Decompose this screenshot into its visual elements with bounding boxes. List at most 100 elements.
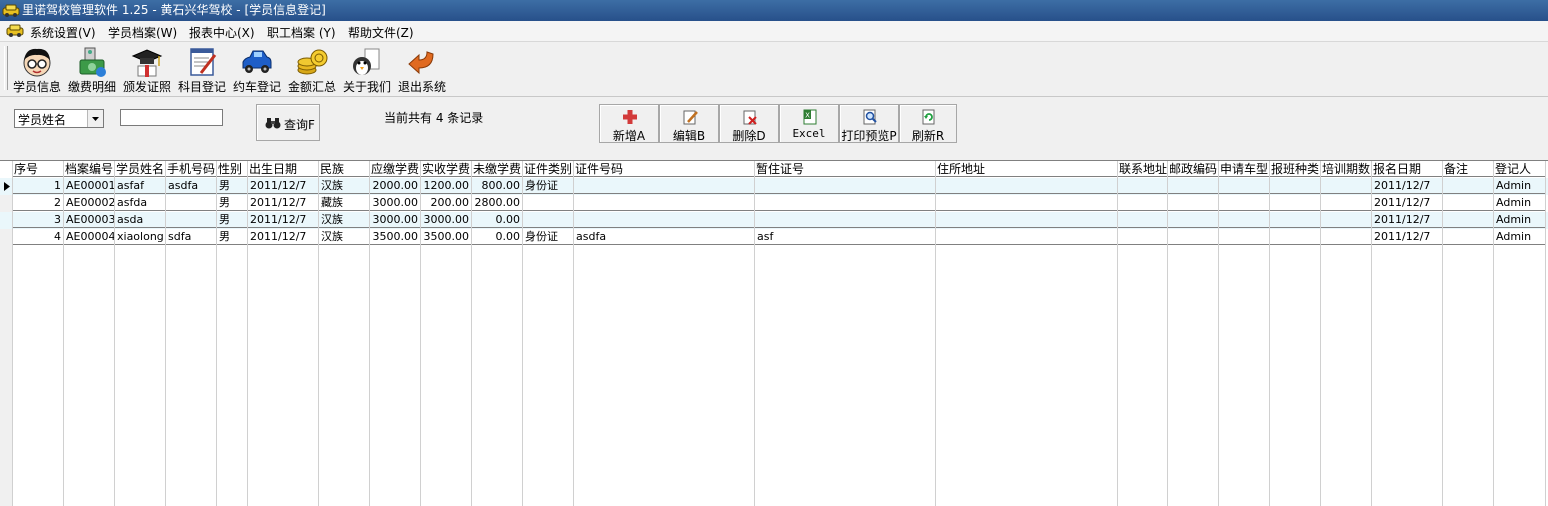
table-cell[interactable]: asdfa [574, 229, 755, 245]
table-cell[interactable] [1219, 195, 1270, 211]
table-cell[interactable] [1219, 229, 1270, 245]
refresh-button[interactable]: 刷新R [899, 104, 957, 143]
query-button[interactable]: 查询F [256, 104, 320, 141]
menu-system-settings[interactable]: 系统设置(V) [30, 24, 96, 41]
table-cell[interactable] [523, 195, 574, 211]
table-cell[interactable]: 身份证 [523, 178, 574, 194]
table-cell[interactable]: 2011/12/7 [1372, 229, 1443, 245]
table-cell[interactable]: 1 [13, 178, 64, 194]
table-cell[interactable]: 男 [217, 229, 248, 245]
search-keyword-input[interactable] [120, 109, 223, 126]
table-cell[interactable]: sdfa [166, 229, 217, 245]
table-row[interactable]: 4 AE00004 xiaolong sdfa 男 2011/12/7 汉族 3500.00 3… [0, 229, 1548, 246]
table-cell[interactable]: 3000.00 [370, 195, 421, 211]
table-cell[interactable]: 4 [13, 229, 64, 245]
column-header[interactable]: 住所地址 [936, 161, 1118, 177]
table-cell[interactable]: 3 [13, 212, 64, 228]
table-cell[interactable] [1321, 212, 1372, 228]
table-cell[interactable] [1219, 212, 1270, 228]
table-cell[interactable] [755, 212, 936, 228]
table-cell[interactable]: AE00003 [64, 212, 115, 228]
column-header[interactable]: 证件类别 [523, 161, 574, 177]
column-header[interactable]: 性别 [217, 161, 248, 177]
column-header[interactable]: 学员姓名 [115, 161, 166, 177]
column-header[interactable]: 报名日期 [1372, 161, 1443, 177]
table-cell[interactable] [1118, 178, 1168, 194]
table-cell[interactable]: 200.00 [421, 195, 472, 211]
toolbar-payment-details-button[interactable]: 缴费明细 [65, 44, 119, 96]
menu-student-records[interactable]: 学员档案(W) [108, 24, 177, 41]
table-cell[interactable]: 男 [217, 212, 248, 228]
table-cell[interactable] [1321, 229, 1372, 245]
toolbar-subject-register-button[interactable]: 科目登记 [175, 44, 229, 96]
table-cell[interactable] [574, 212, 755, 228]
column-header[interactable]: 应缴学费 [370, 161, 421, 177]
column-header[interactable]: 申请车型 [1219, 161, 1270, 177]
table-cell[interactable]: 汉族 [319, 229, 370, 245]
menu-report-center[interactable]: 报表中心(X) [189, 24, 255, 41]
table-cell[interactable]: asdfa [166, 178, 217, 194]
toolbar-about-us-button[interactable]: 关于我们 [340, 44, 394, 96]
table-cell[interactable] [1168, 212, 1219, 228]
table-cell[interactable]: 2800.00 [472, 195, 523, 211]
table-cell[interactable]: AE00001 [64, 178, 115, 194]
column-header[interactable]: 备注 [1443, 161, 1494, 177]
table-cell[interactable] [1168, 195, 1219, 211]
table-cell[interactable] [1321, 195, 1372, 211]
column-header[interactable]: 序号 [13, 161, 64, 177]
table-cell[interactable]: 3000.00 [370, 212, 421, 228]
menu-staff-records[interactable]: 职工档案 (Y) [267, 24, 336, 41]
table-cell[interactable] [1270, 229, 1321, 245]
table-cell[interactable]: 3500.00 [421, 229, 472, 245]
table-cell[interactable] [1270, 212, 1321, 228]
table-cell[interactable]: 2011/12/7 [248, 229, 319, 245]
table-cell[interactable] [1321, 178, 1372, 194]
table-cell[interactable]: 2000.00 [370, 178, 421, 194]
table-cell[interactable]: 汉族 [319, 212, 370, 228]
table-row[interactable]: 2 AE00002 asfda 男 2011/12/7 藏族 3000.00 200.00 28… [0, 195, 1548, 212]
toolbar-amount-summary-button[interactable]: 金额汇总 [285, 44, 339, 96]
table-cell[interactable]: AE00002 [64, 195, 115, 211]
table-cell[interactable]: 藏族 [319, 195, 370, 211]
table-cell[interactable]: 2011/12/7 [1372, 178, 1443, 194]
table-cell[interactable] [574, 195, 755, 211]
table-cell[interactable] [936, 195, 1118, 211]
table-cell[interactable]: 男 [217, 195, 248, 211]
table-cell[interactable] [1443, 212, 1494, 228]
table-cell[interactable] [755, 178, 936, 194]
table-cell[interactable] [166, 195, 217, 211]
table-cell[interactable] [936, 212, 1118, 228]
edit-button[interactable]: 编辑B [659, 104, 719, 143]
table-cell[interactable]: 2 [13, 195, 64, 211]
excel-export-button[interactable]: X Excel [779, 104, 839, 143]
table-cell[interactable] [1118, 212, 1168, 228]
table-cell[interactable]: Admin [1494, 212, 1546, 228]
table-cell[interactable]: 0.00 [472, 229, 523, 245]
menu-help-files[interactable]: 帮助文件(Z) [348, 24, 414, 41]
table-cell[interactable] [1270, 178, 1321, 194]
table-row[interactable]: 3 AE00003 asda 男 2011/12/7 汉族 3000.00 3000.00 0.… [0, 212, 1548, 229]
column-header[interactable]: 联系地址 [1118, 161, 1168, 177]
delete-button[interactable]: 删除D [719, 104, 779, 143]
car-menu-icon[interactable] [6, 23, 24, 38]
column-header[interactable]: 民族 [319, 161, 370, 177]
table-cell[interactable]: 2011/12/7 [1372, 212, 1443, 228]
student-grid[interactable]: 序号 档案编号 学员姓名 手机号码 性别 出生日期 民族 应缴学费 实收学费 未缴学费 证件类别 证件… [0, 160, 1548, 506]
table-cell[interactable] [1168, 229, 1219, 245]
table-cell[interactable]: Admin [1494, 195, 1546, 211]
toolbar-issue-license-button[interactable]: 颁发证照 [120, 44, 174, 96]
table-cell[interactable] [1443, 178, 1494, 194]
table-cell[interactable] [523, 212, 574, 228]
toolbar-car-booking-button[interactable]: 约车登记 [230, 44, 284, 96]
table-cell[interactable]: 2011/12/7 [248, 178, 319, 194]
table-cell[interactable]: 800.00 [472, 178, 523, 194]
column-header[interactable]: 登记人 [1494, 161, 1546, 177]
table-cell[interactable]: 3500.00 [370, 229, 421, 245]
table-cell[interactable] [1118, 229, 1168, 245]
table-cell[interactable]: Admin [1494, 229, 1546, 245]
table-cell[interactable]: asda [115, 212, 166, 228]
add-button[interactable]: 新增A [599, 104, 659, 143]
column-header[interactable]: 邮政编码 [1168, 161, 1219, 177]
table-cell[interactable] [574, 178, 755, 194]
table-cell[interactable]: 2011/12/7 [248, 212, 319, 228]
